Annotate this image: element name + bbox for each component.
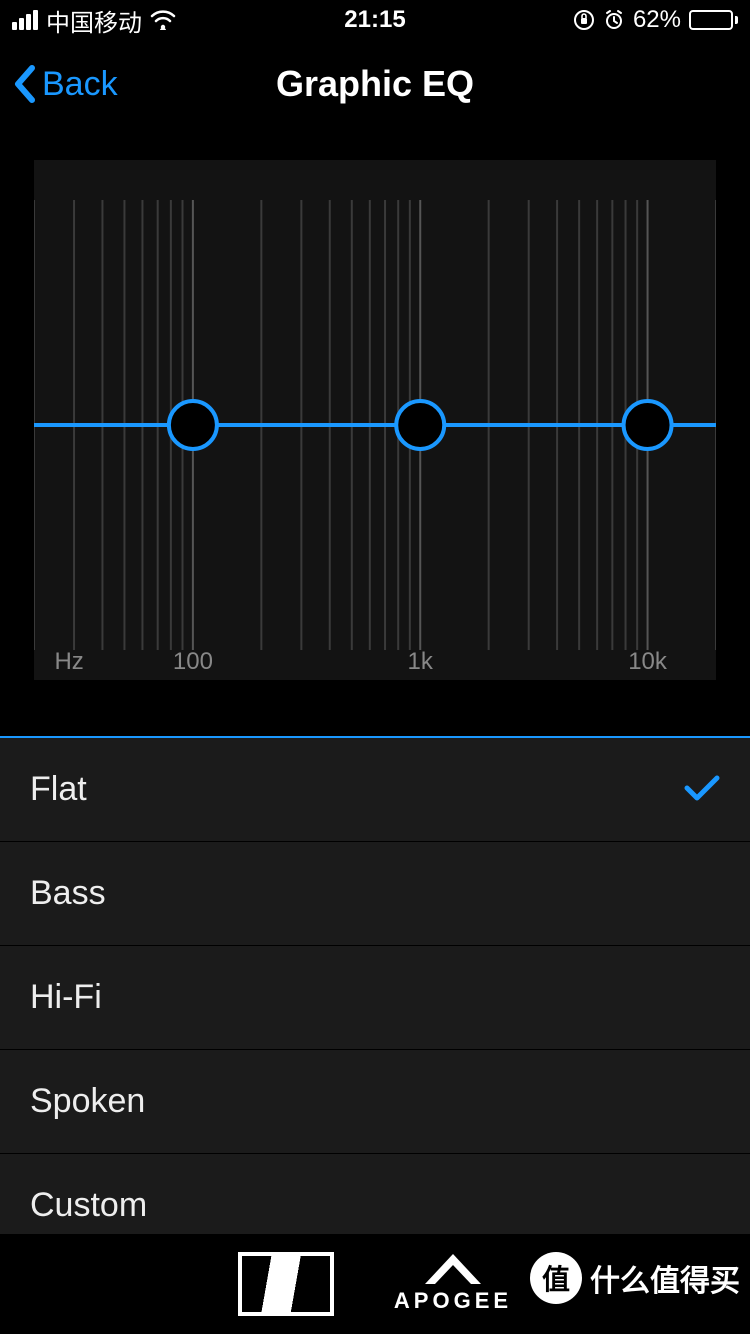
battery-percent: 62% (633, 6, 681, 34)
preset-list: Flat Bass Hi-Fi Spoken Custom (0, 736, 750, 1258)
page-title: Graphic EQ (276, 63, 474, 105)
preset-label: Flat (30, 770, 87, 809)
sennheiser-logo (238, 1252, 334, 1316)
preset-label: Hi-Fi (30, 978, 102, 1017)
alarm-icon (603, 9, 625, 31)
eq-handle-1[interactable] (169, 401, 217, 449)
preset-label: Spoken (30, 1082, 145, 1121)
eq-axis-labels: Hz 100 1k 10k (34, 648, 716, 676)
checkmark-icon (684, 767, 720, 812)
carrier-label: 中国移动 (46, 3, 142, 38)
nav-bar: Back Graphic EQ (0, 40, 750, 128)
eq-tick-1k: 1k (408, 648, 433, 676)
chevron-left-icon (12, 64, 38, 104)
eq-handle-3[interactable] (624, 401, 672, 449)
eq-handle-2[interactable] (396, 401, 444, 449)
battery-icon (689, 10, 738, 30)
wifi-icon (150, 10, 176, 30)
preset-label: Bass (30, 874, 106, 913)
eq-graph[interactable]: Hz 100 1k 10k (34, 160, 716, 680)
back-label: Back (42, 65, 118, 104)
back-button[interactable]: Back (12, 40, 118, 128)
preset-hi-fi[interactable]: Hi-Fi (0, 946, 750, 1050)
preset-spoken[interactable]: Spoken (0, 1050, 750, 1154)
preset-label: Custom (30, 1186, 147, 1225)
status-bar: 中国移动 21:15 62% (0, 0, 750, 40)
preset-flat[interactable]: Flat (0, 738, 750, 842)
eq-unit-label: Hz (54, 648, 83, 676)
signal-icon (12, 10, 38, 30)
eq-tick-10k: 10k (628, 648, 667, 676)
orientation-lock-icon (573, 9, 595, 31)
apogee-logo: APOGEE (394, 1254, 512, 1314)
preset-bass[interactable]: Bass (0, 842, 750, 946)
eq-tick-100: 100 (173, 648, 213, 676)
footer: APOGEE (0, 1234, 750, 1334)
